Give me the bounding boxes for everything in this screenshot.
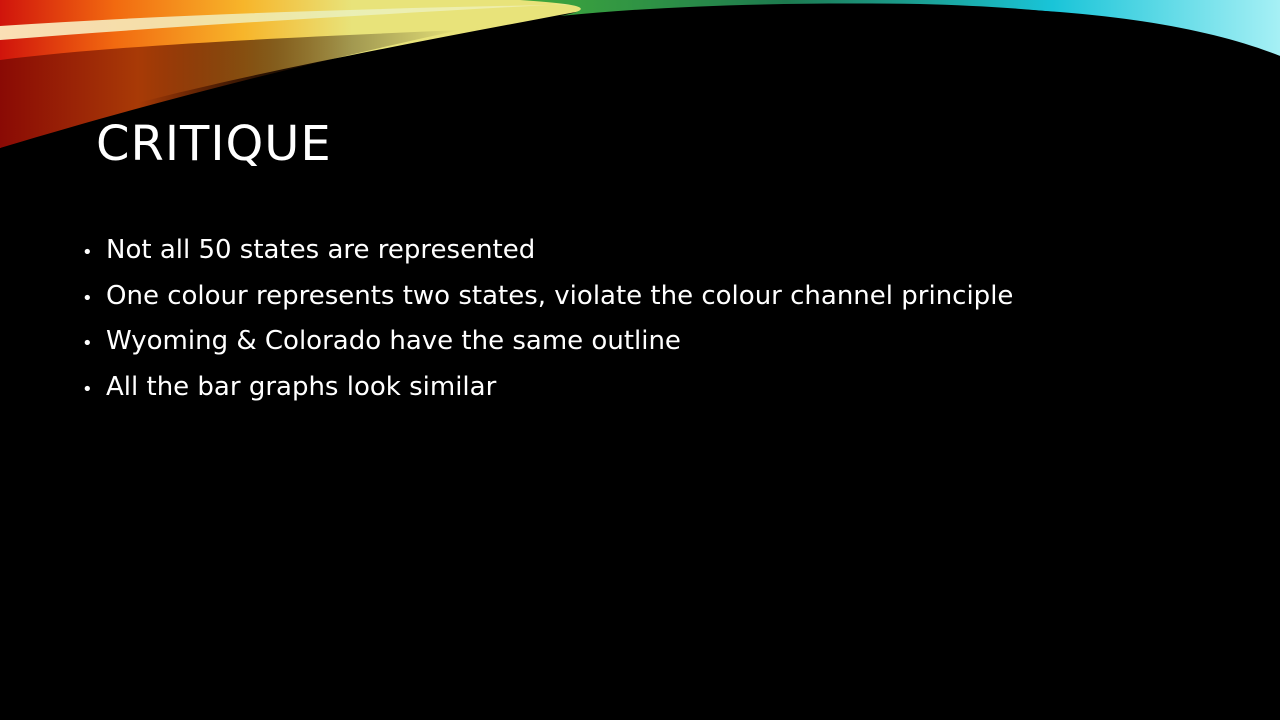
slide: CRITIQUE • Not all 50 states are represe… [0,0,1280,720]
bullet-dot-icon: • [82,378,93,400]
bullet-dot-icon: • [82,242,93,263]
bullet-item: • Wyoming & Colorado have the same outli… [82,319,1013,365]
bullet-text: Wyoming & Colorado have the same outline [106,326,681,356]
bullet-text: All the bar graphs look similar [106,371,497,402]
bullet-list: • Not all 50 states are represented • On… [82,228,1013,410]
bullet-item: • Not all 50 states are represented [82,228,1013,274]
bullet-text: Not all 50 states are represented [106,235,536,265]
bullet-text: One colour represents two states, violat… [106,280,1014,311]
bullet-item: • All the bar graphs look similar [82,365,1013,411]
bullet-dot-icon: • [82,333,93,354]
bullet-item: • One colour represents two states, viol… [82,274,1013,320]
slide-title: CRITIQUE [96,116,332,172]
bullet-dot-icon: • [82,287,93,309]
